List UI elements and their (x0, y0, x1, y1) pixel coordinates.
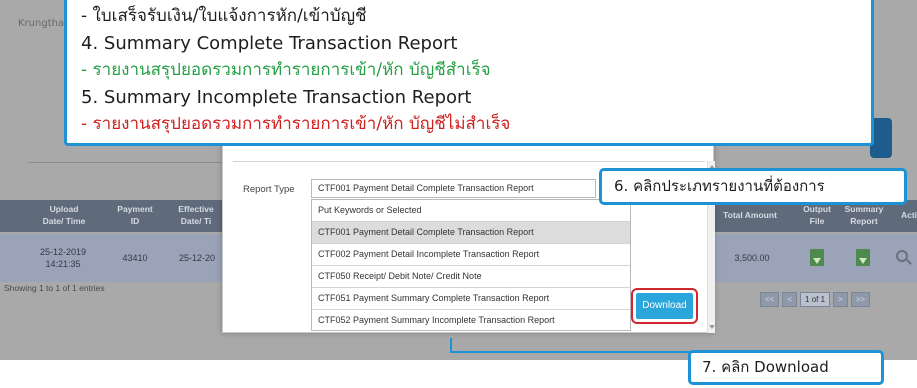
page-next-button[interactable]: > (833, 292, 848, 307)
pagination: << < 1 of 1 > >> (760, 292, 871, 307)
report-type-select[interactable]: CTF001 Payment Detail Complete Transacti… (311, 179, 596, 198)
col-action[interactable]: Acti (894, 209, 917, 221)
modal-divider (233, 161, 705, 162)
page-last-button[interactable]: >> (850, 292, 871, 307)
search-icon[interactable] (896, 250, 908, 262)
report-option[interactable]: CTF002 Payment Detail Incomplete Transac… (312, 244, 630, 266)
download-highlight-box (631, 288, 698, 324)
col-upload-date[interactable]: Upload Date/ Time (34, 203, 94, 227)
callout-line-summary-complete-th: - รายงานสรุปยอดรวมการทำรายการเข้า/หัก บั… (81, 60, 491, 80)
col-output-file[interactable]: Output File (796, 203, 838, 227)
col-payment-id[interactable]: Payment ID (110, 203, 160, 227)
col-effective-date[interactable]: Effective Date/ Ti (170, 203, 222, 227)
callout-pointer (450, 338, 697, 353)
report-option[interactable]: Put Keywords or Selected (312, 200, 630, 222)
callout-line-summary-incomplete: 5. Summary Incomplete Transaction Report (81, 87, 472, 108)
report-type-selected-value: CTF001 Payment Detail Complete Transacti… (318, 183, 534, 193)
cell-effective-date: 25-12-20 (178, 253, 216, 263)
cell-upload-datetime: 25-12-2019 14:21:35 (39, 247, 87, 269)
cell-total-amount: 3,500.00 (734, 253, 770, 263)
report-option[interactable]: CTF051 Payment Summary Complete Transact… (312, 288, 630, 310)
summary-report-download-icon[interactable] (856, 249, 870, 266)
callout-line-summary-incomplete-th: - รายงานสรุปยอดรวมการทำรายการเข้า/หัก บั… (81, 114, 511, 134)
col-summary-report[interactable]: Summary Report (840, 203, 888, 227)
entries-info: Showing 1 to 1 of 1 entries (4, 283, 105, 293)
callout-line-summary-complete: 4. Summary Complete Transaction Report (81, 33, 458, 54)
page-prev-button[interactable]: < (782, 292, 798, 307)
scroll-down-arrow-icon[interactable] (709, 325, 715, 329)
col-total-amount[interactable]: Total Amount (720, 209, 780, 221)
output-file-download-icon[interactable] (810, 249, 824, 266)
report-option-highlighted[interactable]: CTF001 Payment Detail Complete Transacti… (312, 222, 630, 244)
bank-name: Krungthai (18, 18, 67, 29)
report-type-label: Report Type (243, 184, 295, 195)
step6-callout: 6. คลิกประเภทรายงานที่ต้องการ (599, 168, 907, 205)
report-option[interactable]: CTF052 Payment Summary Incomplete Transa… (312, 310, 630, 332)
report-type-options: Put Keywords or Selected CTF001 Payment … (311, 199, 631, 331)
page-current: 1 of 1 (800, 292, 831, 307)
divider (28, 162, 228, 163)
cell-payment-id: 43410 (122, 253, 148, 263)
step7-callout: 7. คลิก Download (688, 350, 884, 385)
instruction-callout: - ใบเสร็จรับเงิน/ใบแจ้งการหัก/เข้าบัญชี … (64, 0, 874, 146)
callout-line-receipt: - ใบเสร็จรับเงิน/ใบแจ้งการหัก/เข้าบัญชี (81, 6, 367, 26)
report-option[interactable]: CTF050 Receipt/ Debit Note/ Credit Note (312, 266, 630, 288)
page-first-button[interactable]: << (760, 292, 780, 307)
